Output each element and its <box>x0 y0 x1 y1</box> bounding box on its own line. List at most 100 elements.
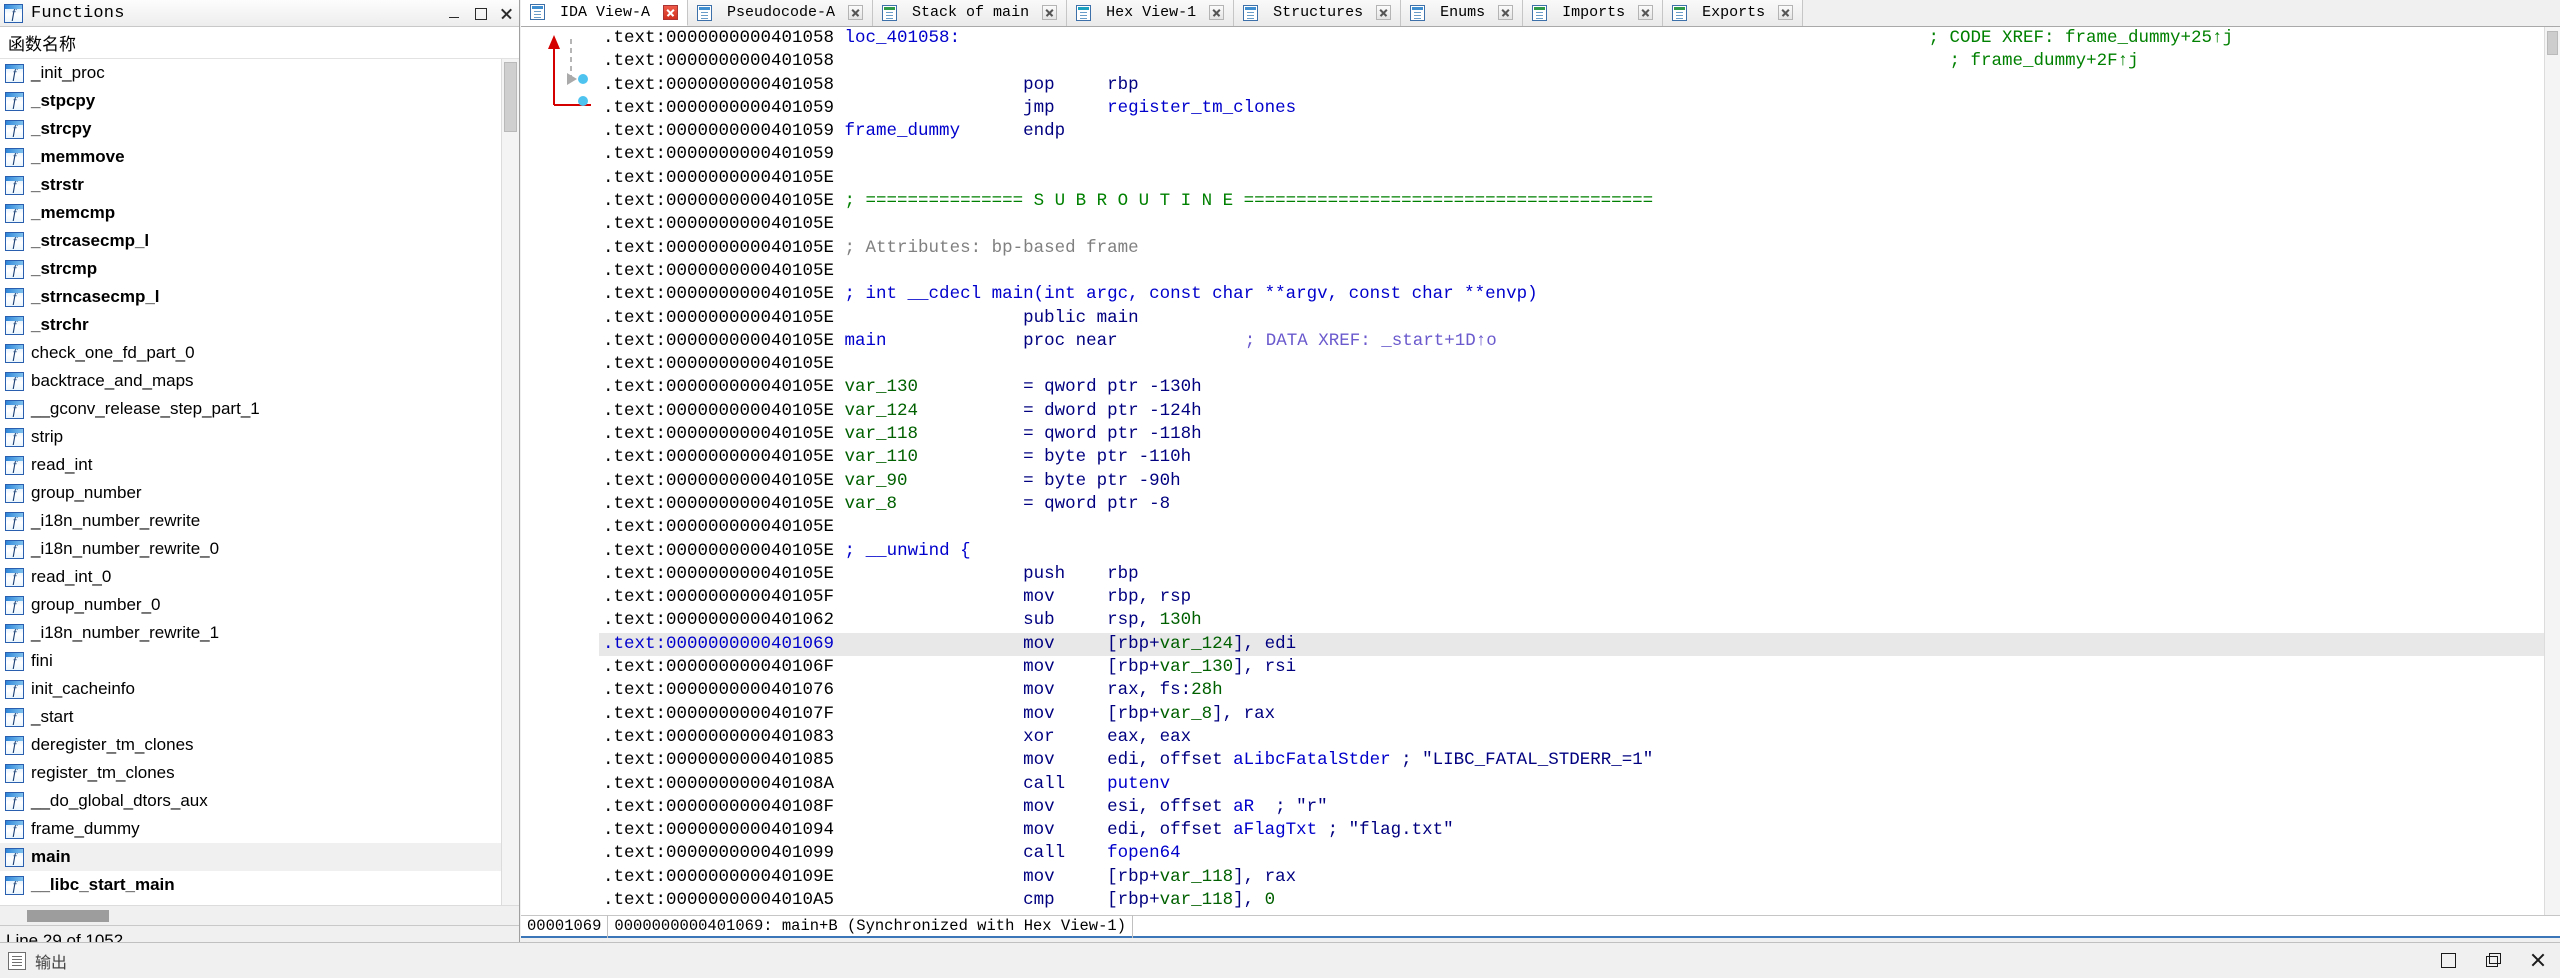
function-list-item[interactable]: f _i18n_number_rewrite <box>0 507 501 535</box>
tab-close-icon[interactable] <box>1778 5 1794 20</box>
disassembly-line[interactable]: .text:0000000000401059 <box>599 143 2544 166</box>
tab-close-icon[interactable] <box>1498 5 1514 20</box>
function-list-item[interactable]: f frame_dummy <box>0 815 501 843</box>
disassembly-line[interactable]: .text:0000000000401094 mov edi, offset a… <box>599 819 2544 842</box>
tab-enums[interactable]: Enums <box>1401 0 1524 26</box>
disassembly-line[interactable]: .text:000000000040106F mov [rbp+var_130]… <box>599 656 2544 679</box>
function-list-item[interactable]: f strip <box>0 423 501 451</box>
disassembly-line[interactable]: .text:00000000004010A5 cmp [rbp+var_118]… <box>599 889 2544 912</box>
function-list-item[interactable]: f __gconv_release_step_part_1 <box>0 395 501 423</box>
function-list-item[interactable]: f __do_global_dtors_aux <box>0 787 501 815</box>
function-list-item[interactable]: f _stpcpy <box>0 87 501 115</box>
disassembly-line[interactable]: .text:000000000040105E ; __unwind { <box>599 540 2544 563</box>
functions-scroll-thumb[interactable] <box>504 62 517 132</box>
function-list-item[interactable]: f _init_proc <box>0 59 501 87</box>
disassembly-code-area[interactable]: .text:0000000000401058 loc_401058: ; CODE… <box>599 27 2544 915</box>
tab-close-icon[interactable] <box>848 5 864 20</box>
function-list-item[interactable]: f _strcpy <box>0 115 501 143</box>
view-tab-bar[interactable]: IDA View-A Pseudocode-A Stack of main Hex V… <box>521 0 2560 27</box>
function-list-item[interactable]: f backtrace_and_maps <box>0 367 501 395</box>
disassembly-line[interactable]: .text:000000000040105E var_90 = byte ptr… <box>599 470 2544 493</box>
tab-imports[interactable]: Imports <box>1523 0 1664 26</box>
tab-hex-view-1[interactable]: Hex View-1 <box>1067 0 1235 26</box>
tab-exports[interactable]: Exports <box>1663 0 1804 26</box>
disassembly-vertical-scrollbar[interactable] <box>2544 27 2560 915</box>
disassembly-line[interactable]: .text:0000000000401083 xor eax, eax <box>599 726 2544 749</box>
disassembly-line[interactable]: .text:000000000040109E mov [rbp+var_118]… <box>599 866 2544 889</box>
disassembly-line[interactable]: .text:000000000040108A call putenv <box>599 773 2544 796</box>
function-list-item[interactable]: f _memmove <box>0 143 501 171</box>
disassembly-scroll-thumb[interactable] <box>2547 31 2558 55</box>
function-list-item[interactable]: f _i18n_number_rewrite_0 <box>0 535 501 563</box>
tab-close-icon[interactable] <box>1042 5 1058 20</box>
disassembly-line[interactable]: .text:000000000040105E var_110 = byte pt… <box>599 446 2544 469</box>
function-list-item[interactable]: f group_number <box>0 479 501 507</box>
disassembly-line[interactable]: .text:0000000000401076 mov rax, fs:28h <box>599 679 2544 702</box>
tab-close-icon[interactable] <box>1376 5 1392 20</box>
tab-stack-of-main[interactable]: Stack of main <box>873 0 1068 26</box>
disassembly-line[interactable]: .text:0000000000401085 mov edi, offset a… <box>599 749 2544 772</box>
tab-ida-view-a[interactable]: IDA View-A <box>521 0 689 26</box>
function-list-item[interactable]: f register_tm_clones <box>0 759 501 787</box>
function-list-item[interactable]: f _strstr <box>0 171 501 199</box>
function-list-item[interactable]: f deregister_tm_clones <box>0 731 501 759</box>
disassembly-line[interactable]: .text:0000000000401062 sub rsp, 130h <box>599 609 2544 632</box>
disassembly-line[interactable]: .text:000000000040105E var_8 = qword ptr… <box>599 493 2544 516</box>
functions-list[interactable]: f _init_proc f _stpcpy f _strcpy f _memmove f _st… <box>0 59 501 905</box>
disassembly-line[interactable]: .text:000000000040105E ; ===============… <box>599 190 2544 213</box>
tab-close-icon[interactable] <box>663 4 679 20</box>
close-icon[interactable] <box>2531 953 2546 968</box>
disassembly-line[interactable]: .text:000000000040105E var_130 = qword p… <box>599 376 2544 399</box>
disassembly-line[interactable]: .text:000000000040105E <box>599 260 2544 283</box>
minimize-icon[interactable] <box>448 7 461 20</box>
tab-close-icon[interactable] <box>1638 5 1654 20</box>
tab-structures[interactable]: Structures <box>1234 0 1402 26</box>
disassembly-line[interactable]: .text:0000000000401069 mov [rbp+var_124]… <box>599 632 2544 657</box>
function-list-item[interactable]: f _start <box>0 703 501 731</box>
function-list-item[interactable]: f _strncasecmp_l <box>0 283 501 311</box>
disassembly-line[interactable]: .text:000000000040105E var_118 = qword p… <box>599 423 2544 446</box>
function-list-item[interactable]: f init_cacheinfo <box>0 675 501 703</box>
close-icon[interactable] <box>500 7 513 20</box>
disassembly-line[interactable]: .text:0000000000401058 pop rbp <box>599 74 2544 97</box>
disassembly-line[interactable]: .text:000000000040105E public main <box>599 307 2544 330</box>
disassembly-line[interactable]: .text:0000000000401059 frame_dummy endp <box>599 120 2544 143</box>
disassembly-line[interactable]: .text:000000000040105E push rbp <box>599 563 2544 586</box>
function-list-item[interactable]: f _strcasecmp_l <box>0 227 501 255</box>
functions-hscroll-thumb[interactable] <box>27 910 109 922</box>
function-list-item[interactable]: f _strchr <box>0 311 501 339</box>
disassembly-line[interactable]: .text:000000000040107F mov [rbp+var_8], … <box>599 703 2544 726</box>
disassembly-line[interactable]: .text:000000000040105E <box>599 516 2544 539</box>
functions-horizontal-scrollbar[interactable] <box>0 905 519 925</box>
disassembly-line[interactable]: .text:000000000040105E ; int __cdecl mai… <box>599 283 2544 306</box>
function-list-item[interactable]: f __libc_start_main <box>0 871 501 899</box>
function-list-item[interactable]: f read_int_0 <box>0 563 501 591</box>
function-list-item[interactable]: f _strcmp <box>0 255 501 283</box>
function-list-item[interactable]: f main <box>0 843 501 871</box>
disassembly-view[interactable]: .text:0000000000401058 loc_401058: ; CODE… <box>521 27 2560 915</box>
function-list-item[interactable]: f group_number_0 <box>0 591 501 619</box>
disassembly-line[interactable]: .text:0000000000401059 jmp register_tm_c… <box>599 97 2544 120</box>
disassembly-line[interactable]: .text:0000000000401058 loc_401058: ; CODE… <box>599 27 2544 50</box>
disassembly-line[interactable]: .text:000000000040105E <box>599 167 2544 190</box>
disassembly-line[interactable]: .text:000000000040105E <box>599 213 2544 236</box>
tab-pseudocode-a[interactable]: Pseudocode-A <box>688 0 874 26</box>
function-list-item[interactable]: f fini <box>0 647 501 675</box>
disassembly-line[interactable]: .text:000000000040105E main proc near ; D… <box>599 330 2544 353</box>
function-list-item[interactable]: f _memcmp <box>0 199 501 227</box>
disassembly-line[interactable]: .text:000000000040105E var_124 = dword p… <box>599 400 2544 423</box>
disassembly-line[interactable]: .text:0000000000401099 call fopen64 <box>599 842 2544 865</box>
functions-vertical-scrollbar[interactable] <box>501 59 519 905</box>
disassembly-line[interactable]: .text:000000000040105E ; Attributes: bp-… <box>599 237 2544 260</box>
function-list-item[interactable]: f _i18n_number_rewrite_1 <box>0 619 501 647</box>
functions-column-header[interactable]: 函数名称 <box>0 27 519 59</box>
disassembly-line[interactable]: .text:000000000040105F mov rbp, rsp <box>599 586 2544 609</box>
function-list-item[interactable]: f read_int <box>0 451 501 479</box>
cascade-icon[interactable] <box>2486 953 2501 968</box>
disassembly-line[interactable]: .text:000000000040108F mov esi, offset a… <box>599 796 2544 819</box>
disassembly-line[interactable]: .text:0000000000401058 ; frame_dummy+2F↑… <box>599 50 2544 73</box>
tab-close-icon[interactable] <box>1209 5 1225 20</box>
maximize-icon[interactable] <box>474 7 487 20</box>
function-list-item[interactable]: f check_one_fd_part_0 <box>0 339 501 367</box>
disassembly-line[interactable]: .text:000000000040105E <box>599 353 2544 376</box>
